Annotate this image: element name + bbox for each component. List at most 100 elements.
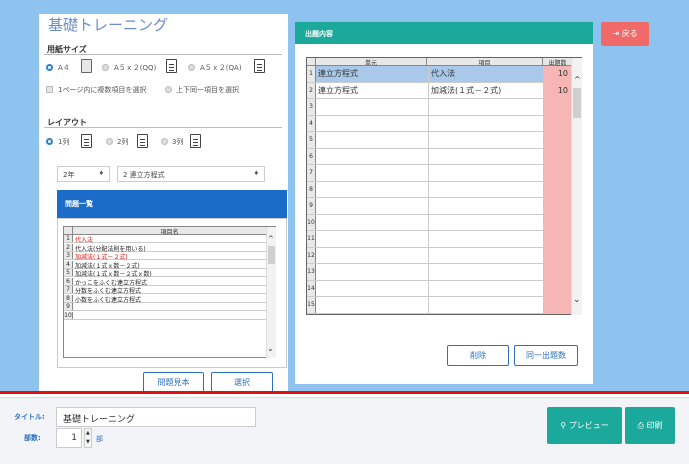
- list-item[interactable]: 3 加減法(１式－２式): [64, 252, 266, 261]
- scroll-thumb[interactable]: [268, 246, 275, 264]
- row-number: 13: [307, 264, 316, 280]
- item-cell: [428, 115, 541, 132]
- count-cell[interactable]: [543, 115, 571, 132]
- table-row[interactable]: 4: [307, 115, 571, 132]
- row-number: 8: [307, 181, 316, 197]
- count-cell[interactable]: [543, 280, 571, 297]
- title-input[interactable]: 基礎トレーニング: [56, 407, 256, 427]
- row-number: 7: [64, 286, 73, 293]
- count-cell[interactable]: [543, 214, 571, 231]
- row-number: 9: [307, 198, 316, 214]
- spin-up-icon[interactable]: ▲: [86, 430, 90, 436]
- table-row[interactable]: 8: [307, 181, 571, 198]
- row-number: 5: [307, 132, 316, 148]
- preview-button[interactable]: ⚲ プレビュー: [547, 407, 622, 444]
- problem-grid-header: 項目名: [64, 227, 266, 236]
- document-icon: [254, 59, 265, 73]
- item-cell: [428, 280, 541, 297]
- table-row[interactable]: 1 連立方程式 代入法 10: [307, 66, 571, 83]
- scroll-thumb[interactable]: [573, 88, 581, 118]
- multi-item-checkbox[interactable]: [46, 86, 53, 93]
- item-cell: [428, 132, 541, 149]
- count-cell[interactable]: [543, 148, 571, 165]
- unit-cell: 連立方程式: [318, 85, 358, 95]
- paper-a5qa-radio[interactable]: [188, 64, 195, 71]
- unit-select-value: 2 連立方程式: [123, 171, 165, 179]
- copies-input[interactable]: 1: [56, 428, 82, 448]
- table-row[interactable]: 5: [307, 132, 571, 149]
- paper-a5qa-label: A５ｘ２(QA): [200, 64, 242, 72]
- grade-select[interactable]: 2年 ♦: [57, 166, 110, 182]
- problem-grid-scrollbar[interactable]: ^ ⌄: [266, 227, 276, 358]
- layout-1col-radio[interactable]: [46, 138, 53, 145]
- row-number: 12: [307, 247, 316, 263]
- count-cell[interactable]: [543, 165, 571, 182]
- layout-1col-label: 1列: [58, 138, 70, 146]
- print-icon: ⎙: [637, 421, 644, 430]
- sample-button[interactable]: 問題見本: [143, 372, 204, 393]
- table-row[interactable]: 15: [307, 297, 571, 314]
- count-cell[interactable]: [543, 247, 571, 264]
- table-row[interactable]: 9: [307, 198, 571, 215]
- layout-2col-radio[interactable]: [106, 138, 113, 145]
- select-button[interactable]: 選択: [211, 372, 273, 393]
- scroll-up-icon[interactable]: ^: [268, 235, 274, 243]
- print-button[interactable]: ⎙ 印刷: [625, 407, 675, 444]
- count-cell[interactable]: 10: [543, 82, 571, 99]
- table-row[interactable]: 13: [307, 264, 571, 281]
- copies-spinner[interactable]: ▲ ▼: [84, 428, 92, 448]
- unit-select[interactable]: 2 連立方程式 ♦: [117, 166, 265, 182]
- output-grid-scrollbar[interactable]: ^ ⌄: [571, 58, 582, 315]
- list-item[interactable]: 7 分数をふくむ連立方程式: [64, 286, 266, 295]
- count-cell[interactable]: [543, 297, 571, 314]
- list-item[interactable]: 1 代入法: [64, 235, 266, 244]
- row-number: 10: [307, 214, 316, 230]
- paper-a5qq-radio[interactable]: [102, 64, 109, 71]
- chevron-down-icon[interactable]: ⌄: [267, 344, 274, 353]
- output-grid: 単元 項目 出題数 1 連立方程式 代入法 10 2 連立方程式 加減法(１式－２式) 10 3…: [306, 57, 582, 315]
- count-cell[interactable]: [543, 99, 571, 116]
- paper-a4-radio[interactable]: [46, 64, 53, 71]
- scroll-up-icon[interactable]: ^: [574, 75, 581, 84]
- output-grid-header: 単元 項目 出題数: [307, 58, 572, 67]
- back-button[interactable]: ⇥ 戻る: [601, 22, 649, 46]
- count-cell[interactable]: [543, 231, 571, 248]
- row-number: 1: [307, 66, 316, 82]
- row-number: 9: [64, 303, 73, 310]
- count-cell[interactable]: [543, 132, 571, 149]
- table-row[interactable]: 7: [307, 165, 571, 182]
- delete-button[interactable]: 削除: [447, 345, 509, 366]
- table-row[interactable]: 12: [307, 247, 571, 264]
- table-row[interactable]: 11: [307, 231, 571, 248]
- row-number: 4: [307, 115, 316, 131]
- table-row[interactable]: 2 連立方程式 加減法(１式－２式) 10: [307, 82, 571, 99]
- row-number: 15: [307, 297, 316, 313]
- list-item[interactable]: 4 加減法(１式ｘ数－２式): [64, 260, 266, 270]
- list-item[interactable]: 9: [64, 303, 266, 311]
- table-row[interactable]: 14: [307, 280, 571, 297]
- multi-item-label: 1ページ内に複数項目を選択: [58, 86, 147, 94]
- table-row[interactable]: 3: [307, 99, 571, 116]
- count-cell[interactable]: [543, 264, 571, 281]
- same-item-toggle[interactable]: [165, 86, 172, 93]
- count-cell[interactable]: [543, 198, 571, 215]
- layout-3col-radio[interactable]: [161, 138, 168, 145]
- list-item[interactable]: 8 小数をふくむ連立方程式: [64, 294, 266, 304]
- list-item[interactable]: 5 加減法(１式ｘ数－２式ｘ数): [64, 269, 266, 278]
- list-item[interactable]: 2 代入法(分配法則を用いる): [64, 243, 266, 253]
- title-label: タイトル:: [14, 413, 45, 421]
- search-icon: ⚲: [560, 421, 567, 430]
- item-cell: [428, 264, 541, 281]
- spin-down-icon[interactable]: ▼: [86, 439, 90, 445]
- table-row[interactable]: 6: [307, 148, 571, 165]
- same-count-button[interactable]: 同一出題数: [514, 345, 578, 366]
- chevron-down-icon: ♦: [253, 170, 259, 177]
- count-cell[interactable]: 10: [543, 66, 571, 83]
- table-row[interactable]: 10: [307, 214, 571, 231]
- count-cell[interactable]: [543, 181, 571, 198]
- list-item[interactable]: 10: [64, 311, 266, 320]
- row-number: 6: [64, 277, 73, 285]
- row-number: 2: [307, 82, 316, 98]
- chevron-down-icon[interactable]: ⌄: [573, 295, 581, 305]
- list-item[interactable]: 6 かっこをふくむ連立方程式: [64, 277, 266, 287]
